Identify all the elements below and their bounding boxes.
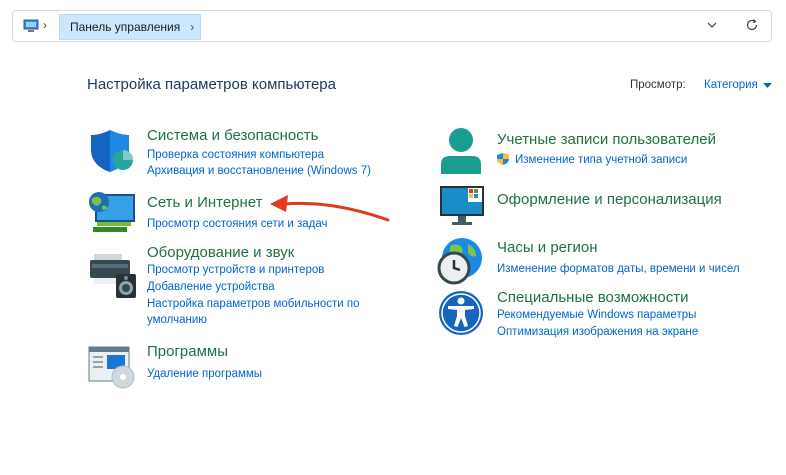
printer-speaker-icon[interactable] — [88, 252, 138, 298]
chevron-down-icon[interactable] — [706, 19, 718, 31]
personalization-monitor-icon[interactable] — [438, 184, 488, 226]
link-mobility-settings-cont[interactable]: умолчанию — [147, 314, 207, 326]
link-recommended-settings[interactable]: Рекомендуемые Windows параметры — [497, 309, 696, 321]
link-backup-restore[interactable]: Архивация и восстановление (Windows 7) — [147, 165, 371, 177]
category-user-accounts[interactable]: Учетные записи пользователей — [497, 131, 716, 148]
link-change-account-type[interactable]: Изменение типа учетной записи — [515, 154, 687, 166]
view-label: Просмотр: — [630, 79, 686, 91]
link-check-computer-status[interactable]: Проверка состояния компьютера — [147, 149, 324, 161]
accessibility-icon[interactable] — [437, 289, 485, 337]
network-monitor-icon[interactable] — [87, 190, 137, 236]
category-hardware-sound[interactable]: Оборудование и звук — [147, 244, 294, 261]
link-uninstall-program[interactable]: Удаление программы — [147, 368, 262, 380]
caret-down-icon[interactable] — [763, 83, 772, 89]
uac-shield-icon — [497, 153, 509, 165]
link-date-time-formats[interactable]: Изменение форматов даты, времени и чисел — [497, 263, 740, 275]
refresh-icon[interactable] — [744, 17, 760, 33]
programs-icon[interactable] — [87, 345, 137, 389]
view-mode-dropdown[interactable]: Категория — [704, 79, 758, 91]
category-system-security[interactable]: Система и безопасность — [147, 127, 318, 144]
clock-globe-icon[interactable] — [436, 236, 486, 286]
chevron-right-icon[interactable]: › — [43, 18, 47, 32]
shield-icon[interactable] — [90, 128, 136, 174]
page-title: Настройка параметров компьютера — [87, 76, 336, 93]
link-devices-printers[interactable]: Просмотр устройств и принтеров — [147, 264, 324, 276]
category-accessibility[interactable]: Специальные возможности — [497, 289, 689, 306]
user-accounts-icon[interactable] — [438, 126, 484, 176]
annotation-arrow — [270, 195, 390, 222]
link-mobility-settings[interactable]: Настройка параметров мобильности по — [147, 298, 360, 310]
link-optimize-display[interactable]: Оптимизация изображения на экране — [497, 326, 698, 338]
category-appearance[interactable]: Оформление и персонализация — [497, 191, 722, 208]
breadcrumb-label: Панель управления — [70, 20, 181, 34]
link-add-device[interactable]: Добавление устройства — [147, 281, 275, 293]
chevron-right-icon: › — [190, 20, 195, 34]
address-bar[interactable]: › Панель управления › — [12, 10, 772, 42]
category-programs[interactable]: Программы — [147, 343, 228, 360]
category-network-internet[interactable]: Сеть и Интернет — [147, 194, 263, 211]
breadcrumb-control-panel[interactable]: Панель управления › — [59, 14, 202, 40]
computer-icon — [23, 19, 39, 32]
category-clock-region[interactable]: Часы и регион — [497, 239, 598, 256]
